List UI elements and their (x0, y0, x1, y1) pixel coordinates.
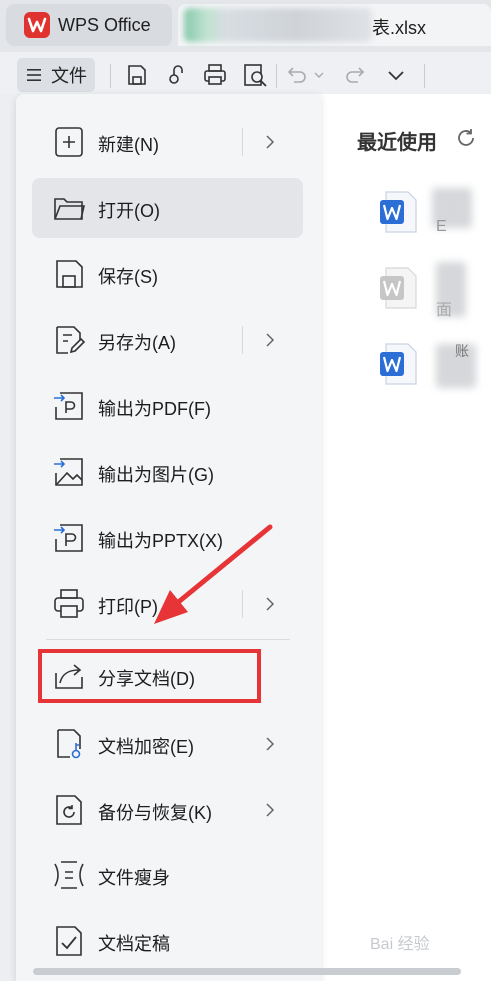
more-dropdown-icon[interactable] (383, 62, 409, 88)
share-highlight-box (38, 649, 261, 703)
menu-item-finalize[interactable]: 文档定稿 (98, 930, 170, 956)
menu-item-backup[interactable]: 备份与恢复(K) (98, 799, 212, 825)
doc-snippet: 面 (436, 302, 453, 319)
export-pdf-icon (54, 392, 83, 420)
print-preview-icon[interactable] (242, 62, 268, 88)
app-tab[interactable]: WPS Office (6, 4, 172, 46)
save-icon[interactable] (124, 62, 150, 88)
menu-item-slim[interactable]: 文件瘦身 (98, 864, 170, 890)
chevron-right-icon[interactable] (263, 595, 277, 613)
export-image-icon (54, 458, 83, 486)
menu-item-export-image[interactable]: 输出为图片(G) (98, 461, 214, 487)
submenu-divider (242, 128, 243, 156)
hamburger-icon (27, 69, 41, 81)
submenu-divider (242, 326, 243, 354)
print-icon[interactable] (202, 62, 228, 88)
word-doc-icon[interactable] (380, 266, 420, 310)
word-doc-icon[interactable] (380, 342, 420, 386)
backup-icon (56, 795, 82, 825)
folder-open-icon (54, 198, 86, 220)
wps-logo-icon (24, 12, 50, 38)
undo-dropdown-icon[interactable] (312, 62, 326, 88)
file-menu-button[interactable]: 文件 (17, 58, 95, 92)
refresh-icon[interactable] (455, 127, 477, 149)
slim-file-icon (54, 861, 84, 889)
file-tab-name: 表.xlsx (372, 18, 426, 38)
save-as-icon (56, 326, 86, 354)
chevron-right-icon[interactable] (263, 133, 277, 151)
toolbar-separator (276, 64, 277, 88)
chevron-right-icon[interactable] (263, 801, 277, 819)
menu-item-export-pdf[interactable]: 输出为PDF(F) (98, 395, 211, 421)
chevron-right-icon[interactable] (263, 735, 277, 753)
file-menu-label: 文件 (51, 66, 87, 86)
menu-divider (46, 639, 290, 640)
export-pptx-icon (54, 524, 83, 552)
watermark: Bai 经验 (370, 936, 430, 953)
word-doc-icon[interactable] (380, 190, 420, 234)
save-icon (56, 260, 83, 288)
doc-snippet: 账 (455, 343, 469, 359)
menu-item-export-pptx[interactable]: 输出为PPTX(X) (98, 527, 223, 553)
toolbar-separator (424, 64, 425, 88)
app-title: WPS Office (58, 14, 151, 35)
doc-snippet: E (436, 218, 447, 235)
toolbar-separator (110, 64, 111, 88)
blurred-filename (184, 8, 372, 42)
menu-item-open[interactable]: 打开(O) (98, 197, 160, 223)
menu-item-encrypt[interactable]: 文档加密(E) (98, 733, 194, 759)
link-icon[interactable] (165, 62, 191, 88)
menu-item-print[interactable]: 打印(P) (98, 593, 158, 619)
new-document-icon (55, 127, 83, 157)
menu-item-save[interactable]: 保存(S) (98, 263, 158, 289)
undo-icon[interactable] (284, 62, 310, 88)
horizontal-scrollbar[interactable] (33, 968, 461, 975)
print-icon (54, 589, 84, 618)
recent-title: 最近使用 (357, 132, 437, 154)
menu-item-new[interactable]: 新建(N) (98, 131, 159, 157)
chevron-right-icon[interactable] (263, 331, 277, 349)
finalize-icon (56, 926, 82, 956)
redo-icon[interactable] (342, 62, 368, 88)
encrypt-icon (57, 729, 81, 759)
submenu-divider (242, 590, 243, 618)
menu-item-save-as[interactable]: 另存为(A) (98, 329, 176, 355)
